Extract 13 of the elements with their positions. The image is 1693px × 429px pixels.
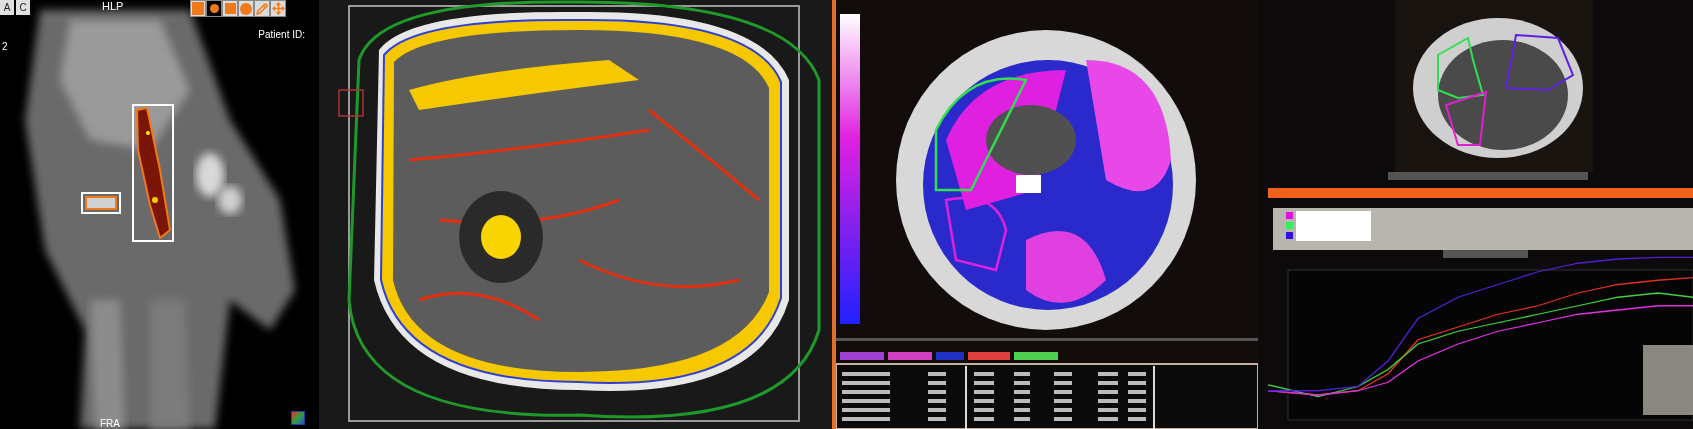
fill-icon [192, 2, 204, 15]
orientation-label: HLP [101, 0, 125, 13]
orientation-label: FRA [100, 418, 120, 429]
slice-number: 2 [1, 40, 8, 54]
overlay-thumbnail-icon[interactable] [291, 411, 305, 425]
view-button[interactable]: C [16, 0, 30, 15]
roi-box [81, 192, 121, 214]
move-icon [271, 2, 285, 15]
square-icon [224, 3, 236, 14]
tool-button[interactable] [206, 0, 222, 17]
patient-id-label: Patient ID: [258, 28, 305, 42]
view-button[interactable]: A [0, 0, 14, 15]
pencil-icon [256, 2, 268, 15]
